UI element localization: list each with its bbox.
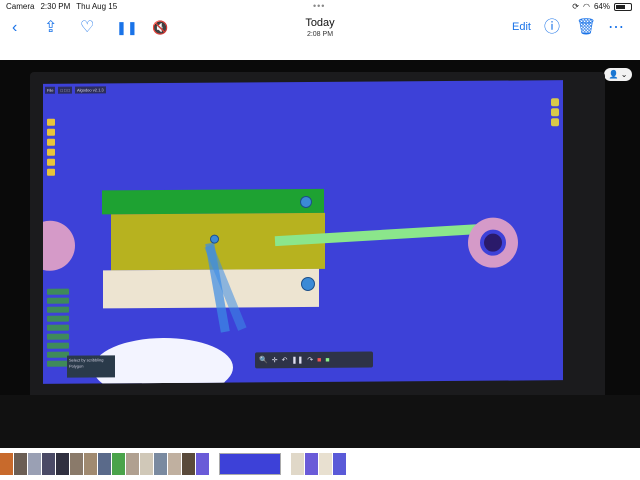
redo-icon: ↷ [307,356,314,364]
photo-viewer[interactable]: 👤 ⌄ File □ □ □ Algodoo v2.1.3 Select by … [0,60,640,448]
thumbnail[interactable] [168,453,181,475]
move-icon: ✛ [271,357,278,365]
monitor-frame: File □ □ □ Algodoo v2.1.3 Select by scri… [30,72,605,402]
thumbnail[interactable] [154,453,167,475]
battery-icon [614,2,632,11]
ellipsis-icon[interactable]: ⋯ [608,18,624,38]
thumbnail[interactable] [28,453,41,475]
thumbnail[interactable] [0,453,13,475]
tool-icon [47,138,55,146]
thumbnail[interactable] [291,453,304,475]
thumbnail-gap [210,453,218,475]
multitasking-dots[interactable]: ••• [313,1,325,11]
thumbnail[interactable] [112,453,125,475]
app-topbar: File □ □ □ Algodoo v2.1.3 [45,84,106,94]
selection-panel: Select by scribbling Polygon [67,355,115,378]
tool-icon [551,118,559,127]
status-time: 2:30 PM [40,2,71,11]
tool-icon [47,297,69,304]
panel-item: Polygon [69,363,84,369]
wifi-icon: ◠ [583,2,590,11]
algodoo-screen: File □ □ □ Algodoo v2.1.3 Select by scri… [43,80,563,384]
tool-icon [47,342,69,349]
tool-icon [47,360,69,367]
tool-icon [47,333,69,340]
info-icon[interactable]: ⓘ [544,18,560,38]
status-bar: Camera 2:30 PM Thu Aug 15 ••• ⟳ ◠ 64% [0,0,640,14]
grid-icon: ■ [325,356,330,364]
thumbnail[interactable] [70,453,83,475]
edit-button[interactable]: Edit [512,21,531,33]
tool-icon [47,315,69,322]
thumbnail[interactable] [319,453,332,475]
tool-icon [47,158,55,166]
playback-controls: 🔍 ✛ ↶ ❚❚ ↷ ■ ■ [255,351,373,369]
file-menu: File [45,86,56,94]
thumbnail[interactable] [42,453,55,475]
orientation-lock-icon: ⟳ [572,2,579,11]
thumbnail[interactable] [333,453,346,475]
record-icon: ■ [317,356,322,364]
left-wheel [43,220,75,271]
tool-icon [47,306,69,313]
undo-icon: ↶ [281,357,288,365]
left-toolbar [47,118,57,176]
tool-palette [47,288,69,367]
trash-icon[interactable]: 🗑 [576,18,596,38]
green-block [102,188,324,215]
status-date: Thu Aug 15 [76,2,118,11]
version-label: Algodoo v2.1.3 [74,85,106,94]
tool-icon [47,118,55,126]
thumbnail[interactable] [14,453,27,475]
back-to-app-link[interactable]: Camera [6,2,34,11]
tool-icon [47,168,55,176]
tool-icon [551,98,559,107]
hinge-icon [210,234,219,244]
hinge-icon [300,195,312,209]
tool-icon [551,108,559,117]
thumbnail[interactable] [84,453,97,475]
tool-icon [47,148,55,156]
desk-surface [0,395,640,448]
pause-icon: ❚❚ [291,356,304,365]
hinge-icon [301,276,315,292]
zoom-icon: 🔍 [259,357,268,365]
thumbnail-strip[interactable] [0,448,640,480]
thumbnail[interactable] [126,453,139,475]
thumbnail[interactable] [98,453,111,475]
right-toolbar [551,98,559,127]
photos-toolbar: ‹ ⇪ ♡ ❚❚ 🔇 Today 2:08 PM Edit ⓘ 🗑 ⋯ [0,14,640,44]
thumbnail[interactable] [196,453,209,475]
tool-icon [47,128,55,136]
thumbnail-current[interactable] [219,453,281,475]
tool-icon [47,324,69,331]
account-button[interactable]: 👤 ⌄ [604,68,632,81]
right-wheel-hub [480,229,506,256]
battery-percent: 64% [593,2,610,11]
thumbnail[interactable] [56,453,69,475]
thumbnail[interactable] [182,453,195,475]
tool-icon [47,288,69,295]
thumbnail[interactable] [140,453,153,475]
thumbnail-gap [282,453,290,475]
tool-icon [47,351,69,358]
thumbnail[interactable] [305,453,318,475]
thumbnail-list [0,453,346,475]
toolbar-icons: □ □ □ [58,86,72,94]
